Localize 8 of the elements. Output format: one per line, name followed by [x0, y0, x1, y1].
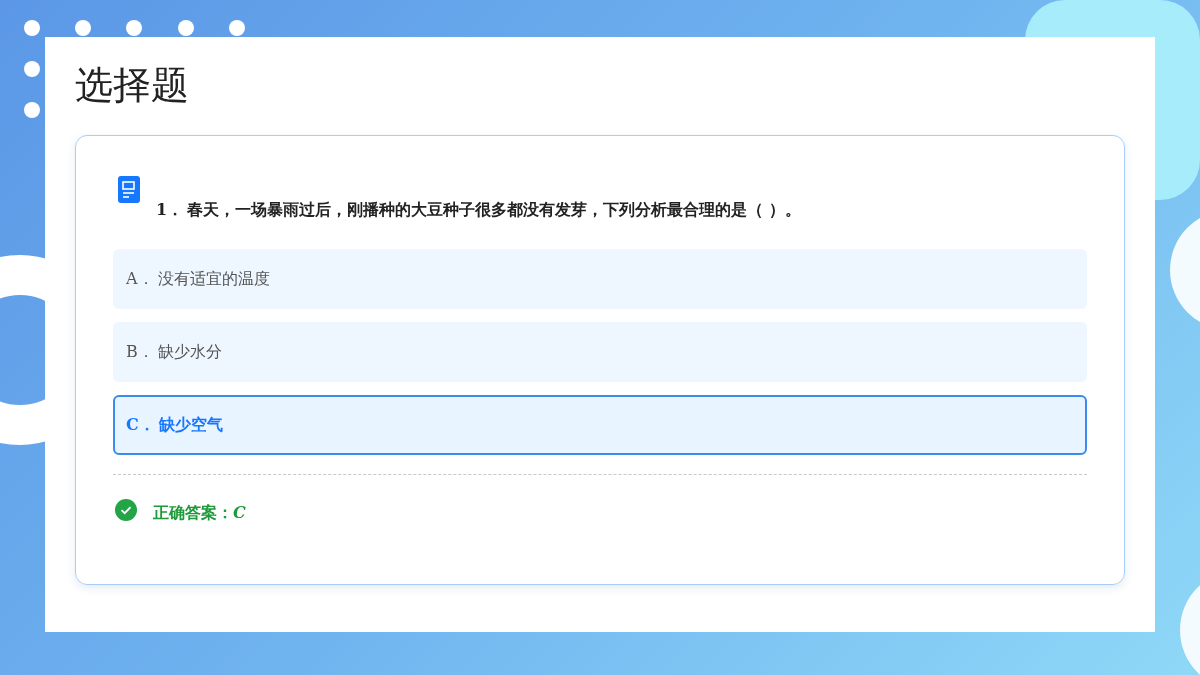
check-circle-icon [115, 498, 137, 521]
answer-option[interactable]: C． 缺少空气 [113, 395, 1087, 455]
question-text: 1． 春天，一场暴雨过后，刚播种的大豆种子很多都没有发芽，下列分析最合理的是（ ）。 [156, 200, 801, 221]
correct-answer: 正确答案：C [153, 503, 246, 524]
document-icon [118, 176, 140, 203]
slide-title: 选择题 [75, 62, 189, 109]
answer-option[interactable]: B． 缺少水分 [113, 322, 1087, 382]
answer-option[interactable]: A． 没有适宜的温度 [113, 249, 1087, 309]
